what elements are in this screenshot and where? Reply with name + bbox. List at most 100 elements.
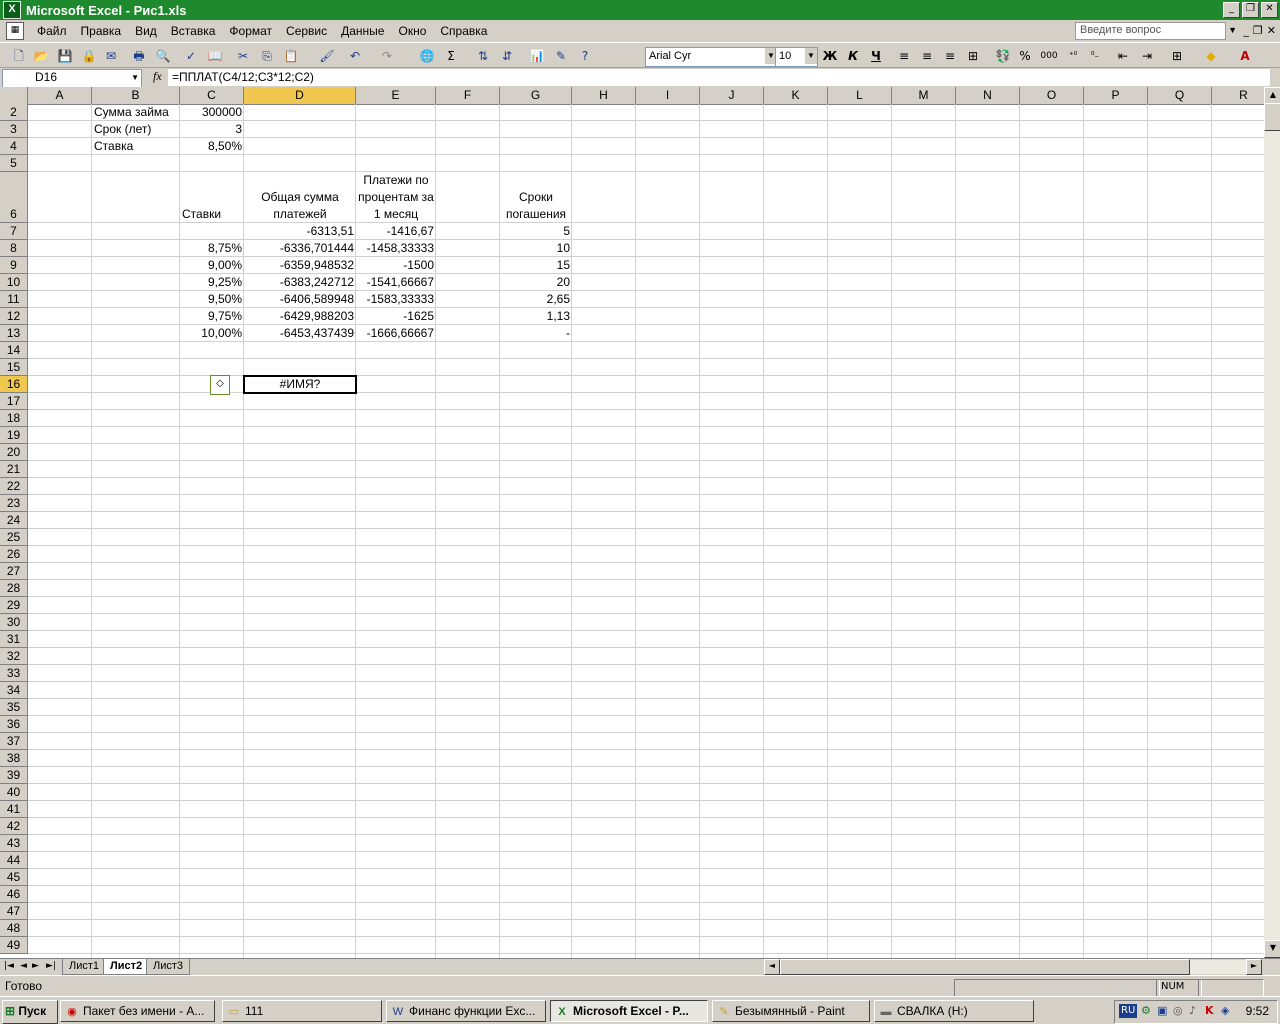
row-header[interactable]: 29 <box>0 597 28 614</box>
cell-c8[interactable]: 8,75% <box>180 240 244 257</box>
column-header[interactable]: G <box>500 87 572 104</box>
column-header[interactable]: E <box>356 87 436 104</box>
row-header[interactable]: 45 <box>0 869 28 886</box>
row-header[interactable]: 2 <box>0 104 28 121</box>
row-header[interactable]: 24 <box>0 512 28 529</box>
row-header[interactable]: 49 <box>0 937 28 954</box>
format-painter-icon[interactable]: 🖌 <box>318 47 336 65</box>
thousands-button[interactable]: 000 <box>1040 47 1058 65</box>
cell-e10[interactable]: -1541,66667 <box>356 274 436 291</box>
cell-g11[interactable]: 2,65 <box>500 291 572 308</box>
insert-function-icon[interactable]: fx <box>153 69 162 84</box>
row-header[interactable]: 41 <box>0 801 28 818</box>
cell-d8[interactable]: -6336,701444 <box>244 240 356 257</box>
cell-e11[interactable]: -1583,33333 <box>356 291 436 308</box>
error-warning-icon[interactable]: ◇ <box>210 375 230 395</box>
autosum-icon[interactable]: Σ <box>442 47 460 65</box>
column-header[interactable]: Q <box>1148 87 1212 104</box>
row-header[interactable]: 23 <box>0 495 28 512</box>
cell-c12[interactable]: 9,75% <box>180 308 244 325</box>
row-header[interactable]: 3 <box>0 121 28 138</box>
currency-icon[interactable]: 💱 <box>994 47 1012 65</box>
row-header[interactable]: 17 <box>0 393 28 410</box>
cell-c10[interactable]: 9,25% <box>180 274 244 291</box>
column-header[interactable]: D <box>244 87 356 104</box>
underline-button[interactable]: Ч <box>867 47 885 65</box>
security-icon[interactable]: ◈ <box>1221 1001 1229 1021</box>
mixer-icon[interactable]: ♪ <box>1189 1001 1196 1021</box>
cell-e6[interactable]: Платежи по процентам за 1 месяц <box>356 172 436 223</box>
column-header[interactable]: I <box>636 87 700 104</box>
row-header[interactable]: 19 <box>0 427 28 444</box>
cell-d11[interactable]: -6406,589948 <box>244 291 356 308</box>
row-header[interactable]: 13 <box>0 325 28 342</box>
column-header[interactable]: H <box>572 87 636 104</box>
drawing-icon[interactable]: ✎ <box>552 47 570 65</box>
row-header[interactable]: 40 <box>0 784 28 801</box>
scroll-left-icon[interactable]: ◄ <box>764 959 780 975</box>
first-sheet-icon[interactable]: |◄ <box>4 961 14 971</box>
spelling-icon[interactable]: ✓ <box>182 47 200 65</box>
minimize-button[interactable]: _ <box>1223 2 1240 18</box>
cell-c2[interactable]: 300000 <box>180 104 244 121</box>
row-header[interactable]: 37 <box>0 733 28 750</box>
row-header[interactable]: 18 <box>0 410 28 427</box>
volume-icon[interactable]: ◎ <box>1173 1001 1183 1021</box>
menu-data[interactable]: Данные <box>334 24 391 38</box>
close-button[interactable]: ✕ <box>1261 2 1278 18</box>
row-header[interactable]: 44 <box>0 852 28 869</box>
next-sheet-icon[interactable]: ► <box>32 961 39 971</box>
email-icon[interactable]: ✉ <box>102 47 120 65</box>
increase-indent-icon[interactable]: ⇥ <box>1138 47 1156 65</box>
start-button[interactable]: ⊞ Пуск <box>2 1000 58 1024</box>
doc-minimize-button[interactable]: _ <box>1243 24 1249 37</box>
column-header[interactable]: J <box>700 87 764 104</box>
help-icon[interactable]: ? <box>576 47 594 65</box>
row-header[interactable]: 46 <box>0 886 28 903</box>
column-header[interactable]: A <box>28 87 92 104</box>
row-header[interactable]: 21 <box>0 461 28 478</box>
doc-close-button[interactable]: ✕ <box>1267 24 1276 37</box>
cell-e9[interactable]: -1500 <box>356 257 436 274</box>
row-header[interactable]: 31 <box>0 631 28 648</box>
row-header[interactable]: 35 <box>0 699 28 716</box>
bold-button[interactable]: Ж <box>821 47 839 65</box>
new-icon[interactable]: 🗋 <box>10 47 28 65</box>
menu-edit[interactable]: Правка <box>74 24 129 38</box>
column-header[interactable]: B <box>92 87 180 104</box>
decrease-indent-icon[interactable]: ⇤ <box>1114 47 1132 65</box>
cell-d9[interactable]: -6359,948532 <box>244 257 356 274</box>
row-header[interactable]: 27 <box>0 563 28 580</box>
cell-d13[interactable]: -6453,437439 <box>244 325 356 342</box>
column-header[interactable]: P <box>1084 87 1148 104</box>
cell-g8[interactable]: 10 <box>500 240 572 257</box>
copy-icon[interactable]: ⎘ <box>258 47 276 65</box>
increase-decimal-icon[interactable]: ⁺⁰ <box>1064 47 1082 65</box>
open-icon[interactable]: 📂 <box>32 47 50 65</box>
align-center-icon[interactable]: ≡ <box>918 47 936 65</box>
cell-c11[interactable]: 9,50% <box>180 291 244 308</box>
menu-format[interactable]: Формат <box>222 24 279 38</box>
row-header[interactable]: 15 <box>0 359 28 376</box>
column-header[interactable]: L <box>828 87 892 104</box>
row-header[interactable]: 9 <box>0 257 28 274</box>
last-sheet-icon[interactable]: ►| <box>46 961 56 971</box>
row-header[interactable]: 34 <box>0 682 28 699</box>
cell-g12[interactable]: 1,13 <box>500 308 572 325</box>
horizontal-scrollbar[interactable]: ◄ ► <box>764 959 1262 975</box>
fill-color-icon[interactable]: ◆ <box>1202 47 1220 65</box>
italic-button[interactable]: К <box>844 47 862 65</box>
sheet-tab-3[interactable]: Лист3 <box>146 959 191 975</box>
task-button[interactable]: ▬ СВАЛКА (H:) <box>874 1000 1034 1022</box>
column-header[interactable]: R <box>1212 87 1264 104</box>
print-preview-icon[interactable]: 🔍 <box>154 47 172 65</box>
cell-d10[interactable]: -6383,242712 <box>244 274 356 291</box>
column-header[interactable]: C <box>180 87 244 104</box>
antivirus-icon[interactable]: K <box>1205 1001 1214 1021</box>
align-left-icon[interactable]: ≡ <box>895 47 913 65</box>
formula-input[interactable]: =ППЛАТ(C4/12;C3*12;C2) <box>168 69 1270 86</box>
cell-g10[interactable]: 20 <box>500 274 572 291</box>
cell-d7[interactable]: -6313,51 <box>244 223 356 240</box>
column-header[interactable]: M <box>892 87 956 104</box>
sheet-tab-1[interactable]: Лист1 <box>62 959 107 975</box>
